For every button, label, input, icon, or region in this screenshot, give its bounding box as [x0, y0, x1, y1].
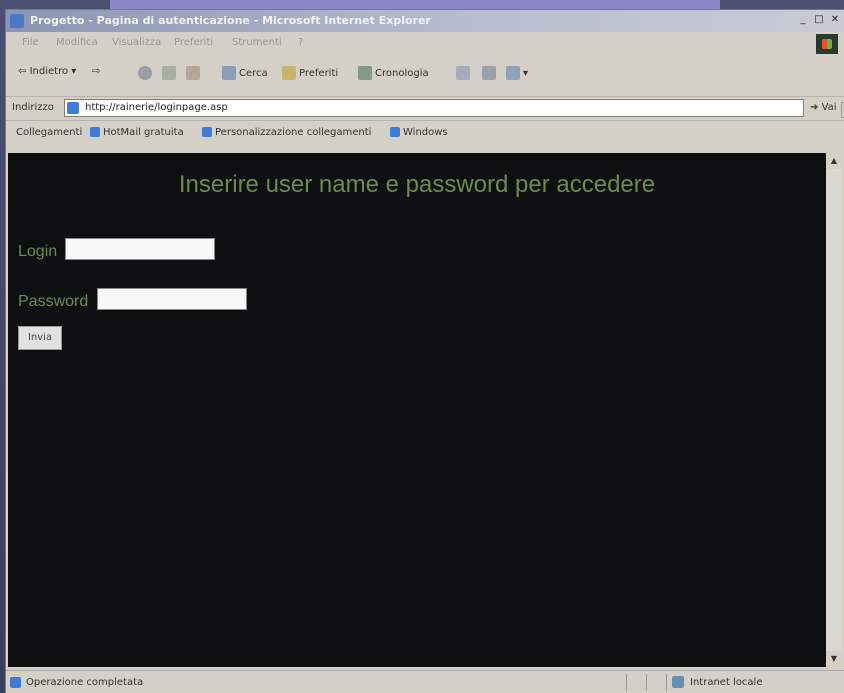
links-bar: Collegamenti HotMail gratuita Personaliz…: [6, 120, 844, 145]
address-input[interactable]: http://rainerie/loginpage.asp ▼: [64, 99, 844, 118]
login-label: Login: [18, 243, 58, 260]
back-label: Indietro: [29, 66, 69, 77]
go-arrow-icon: ➜: [810, 102, 819, 113]
intranet-zone-icon: [672, 676, 684, 688]
scroll-up-icon[interactable]: ▲: [826, 153, 842, 169]
link-label: Windows: [403, 127, 448, 138]
link-windows[interactable]: Windows: [390, 127, 448, 138]
maximize-button[interactable]: □: [812, 13, 826, 27]
back-button[interactable]: ⇦ Indietro ▾: [18, 66, 76, 77]
back-arrow-icon: ⇦: [18, 66, 27, 77]
home-button[interactable]: [186, 66, 203, 80]
refresh-button[interactable]: [162, 66, 179, 80]
submit-button[interactable]: Invia: [18, 326, 62, 350]
history-icon: [358, 66, 372, 80]
stop-icon: [138, 66, 152, 80]
login-input[interactable]: [65, 238, 215, 260]
favorites-label: Preferiti: [299, 68, 339, 79]
menu-strumenti[interactable]: Strumenti: [232, 37, 282, 48]
link-label: Personalizzazione collegamenti: [215, 127, 372, 138]
close-button[interactable]: ✕: [828, 13, 842, 27]
page-content: Inserire user name e password per accede…: [8, 153, 826, 667]
link-label: HotMail gratuita: [103, 127, 184, 138]
edit-icon: [506, 66, 520, 80]
home-icon: [186, 66, 200, 80]
window-title: Progetto - Pagina di autenticazione - Mi…: [30, 14, 431, 27]
vertical-scrollbar[interactable]: ▲ ▼: [826, 153, 842, 667]
edit-button[interactable]: ▾: [506, 66, 528, 80]
search-icon: [222, 66, 236, 80]
minimize-button[interactable]: _: [796, 13, 810, 27]
windows-logo: [816, 34, 838, 54]
print-icon: [482, 66, 496, 80]
ie-app-icon: [10, 14, 24, 28]
menu-help[interactable]: ?: [298, 37, 303, 48]
scroll-down-icon[interactable]: ▼: [826, 651, 842, 667]
menu-preferiti[interactable]: Preferiti: [174, 37, 213, 48]
status-divider: [646, 674, 647, 691]
page-heading: Inserire user name e password per accede…: [178, 171, 656, 198]
stop-button[interactable]: [138, 66, 155, 80]
link-page-icon: [202, 127, 212, 137]
address-label: Indirizzo: [12, 102, 54, 113]
status-bar: Operazione completata Intranet locale: [6, 670, 844, 693]
status-divider: [626, 674, 627, 691]
link-page-icon: [90, 127, 100, 137]
history-button[interactable]: Cronologia: [358, 66, 429, 80]
status-page-icon: [10, 677, 21, 688]
refresh-icon: [162, 66, 176, 80]
menu-visualizza[interactable]: Visualizza: [112, 37, 161, 48]
status-text: Operazione completata: [26, 677, 144, 688]
menu-file[interactable]: File: [22, 37, 39, 48]
menu-modifica[interactable]: Modifica: [56, 37, 98, 48]
standard-toolbar: ⇦ Indietro ▾ ⇨ Cerca Preferiti Cronologi…: [6, 56, 844, 96]
search-label: Cerca: [239, 68, 268, 79]
forward-button[interactable]: ⇨: [92, 66, 100, 77]
dropdown-arrow-icon: ▾: [71, 66, 77, 77]
link-page-icon: [390, 127, 400, 137]
favorites-button[interactable]: Preferiti: [282, 66, 338, 80]
password-input[interactable]: [97, 288, 247, 310]
zone-text: Intranet locale: [690, 677, 763, 688]
dropdown-arrow-icon: ▾: [523, 68, 529, 79]
status-divider: [666, 674, 667, 691]
go-button[interactable]: ➜ Vai: [810, 102, 837, 113]
favorites-icon: [282, 66, 296, 80]
link-hotmail[interactable]: HotMail gratuita: [90, 127, 184, 138]
forward-arrow-icon: ⇨: [92, 66, 101, 77]
page-icon: [67, 102, 79, 114]
search-button[interactable]: Cerca: [222, 66, 268, 80]
menu-bar: File Modifica Visualizza Preferiti Strum…: [6, 34, 844, 54]
mail-button[interactable]: [456, 66, 473, 80]
title-bar[interactable]: Progetto - Pagina di autenticazione - Mi…: [6, 10, 844, 32]
history-label: Cronologia: [375, 68, 429, 79]
address-url: http://rainerie/loginpage.asp: [85, 102, 228, 113]
link-personalizzazione[interactable]: Personalizzazione collegamenti: [202, 127, 371, 138]
print-button[interactable]: [482, 66, 499, 80]
password-label: Password: [18, 293, 89, 310]
go-label: Vai: [821, 102, 837, 113]
browser-window: Progetto - Pagina di autenticazione - Mi…: [6, 10, 844, 693]
address-bar: Indirizzo http://rainerie/loginpage.asp …: [6, 96, 844, 119]
mail-icon: [456, 66, 470, 80]
links-label: Collegamenti: [16, 127, 83, 138]
